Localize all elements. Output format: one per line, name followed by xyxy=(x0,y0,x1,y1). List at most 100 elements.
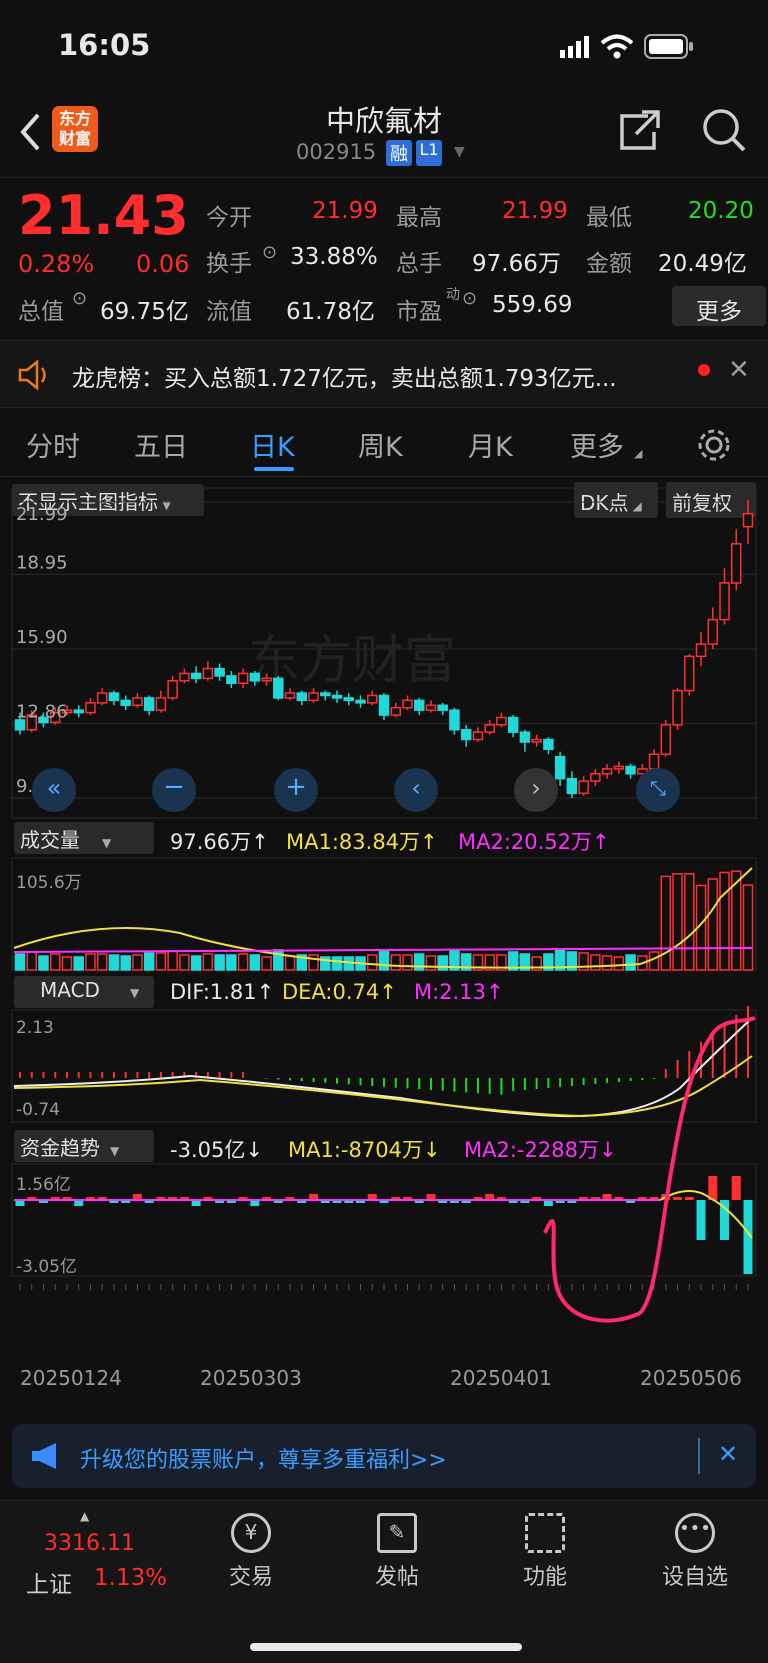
tab-more[interactable]: 更多 xyxy=(570,425,624,464)
fund-indicator-select[interactable]: 资金趋势 ▼ xyxy=(14,1130,154,1162)
index-name: 上证 xyxy=(26,1572,72,1598)
notice-text: 龙虎榜：买入总额1.727亿元，卖出总额1.793亿元... xyxy=(72,366,617,392)
date-label: 20250401 xyxy=(450,1366,552,1390)
speaker-icon xyxy=(18,359,46,391)
active-tab-indicator xyxy=(254,467,294,471)
macd-dea: DEA:0.74↑ xyxy=(282,980,397,1004)
zoom-in-button[interactable]: + xyxy=(274,768,318,812)
candle-body xyxy=(155,697,167,711)
fund-value: -3.05亿↓ xyxy=(170,1138,263,1162)
scroll-left-button[interactable]: ‹ xyxy=(394,768,438,812)
trade-tab[interactable]: ¥ 交易 xyxy=(196,1513,306,1591)
watchlist-tab[interactable]: ••• 设自选 xyxy=(640,1513,750,1591)
macd-bottom-label: -0.74 xyxy=(16,1100,60,1120)
unread-dot xyxy=(698,364,710,376)
candle-body xyxy=(296,692,308,702)
candle-body xyxy=(308,692,319,702)
volume-bar xyxy=(367,954,378,971)
scroll-left-fast-button[interactable]: « xyxy=(32,768,76,812)
kline-chart-area: 不显示主图指标 ▼ DK点 ◢ 前复权 东方财富 21.99 18.95 15.90 12… xyxy=(0,478,768,1408)
info-icon[interactable]: ⊙ xyxy=(262,242,277,263)
date-label: 20250303 xyxy=(200,1366,302,1390)
candle-body xyxy=(96,692,108,704)
volume-bar xyxy=(660,875,672,971)
margin-badge: 融 xyxy=(386,140,412,166)
candle-body xyxy=(695,643,707,658)
tab-daily-k[interactable]: 日K xyxy=(250,425,295,464)
low-label: 最低 xyxy=(586,205,632,231)
candle-body xyxy=(179,672,190,682)
stock-header: 东方 财富 中欣氟材 002915 融 L1 ▼ xyxy=(0,100,768,178)
volume-bar xyxy=(719,871,730,971)
triangle-up-icon: ▲ xyxy=(80,1509,90,1523)
volume-bar xyxy=(284,955,296,971)
candle-body xyxy=(543,738,554,751)
candle-body xyxy=(425,704,437,711)
turnover-label: 换手 xyxy=(206,251,252,277)
tab-monthly-k[interactable]: 月K xyxy=(468,425,513,464)
more-dots-icon: ••• xyxy=(675,1513,715,1553)
macd-top-label: 2.13 xyxy=(16,1018,54,1038)
scroll-right-button[interactable]: › xyxy=(514,768,558,812)
share-icon[interactable] xyxy=(618,108,662,152)
close-icon[interactable]: ✕ xyxy=(728,355,750,385)
signal-icon xyxy=(560,36,589,58)
volume-bar xyxy=(167,950,178,971)
volume-bar xyxy=(49,953,61,971)
pe-label: 市盈 xyxy=(396,299,442,325)
index-value[interactable]: 3316.11 xyxy=(44,1531,135,1556)
index-change: 1.13% xyxy=(94,1565,168,1591)
volume-bars xyxy=(11,857,757,971)
tab-5day[interactable]: 五日 xyxy=(134,425,188,464)
volume-bar xyxy=(226,954,237,971)
more-button[interactable]: 更多 xyxy=(672,286,766,326)
change-value: 0.06 xyxy=(136,250,190,278)
functions-tab[interactable]: 功能 xyxy=(490,1513,600,1591)
hand-drawn-annotation xyxy=(543,1016,756,1323)
volume-top-label: 105.6万 xyxy=(16,873,82,893)
info-icon[interactable]: ⊙ xyxy=(462,288,477,309)
candle-body xyxy=(402,699,413,709)
candle-body xyxy=(226,675,237,685)
chevron-down-icon[interactable]: ▼ xyxy=(454,144,465,160)
candle-body xyxy=(167,680,178,699)
candle-body xyxy=(343,697,355,702)
candle-body xyxy=(85,702,96,714)
fullscreen-button[interactable]: ⤡ xyxy=(636,768,680,812)
volume-bar xyxy=(61,956,73,971)
promo-banner[interactable]: 升级您的股票账户，尊享多重福利>> ✕ xyxy=(12,1424,756,1488)
status-bar: 16:05 xyxy=(0,0,768,100)
close-icon[interactable]: ✕ xyxy=(718,1440,738,1468)
trade-label: 交易 xyxy=(228,1565,273,1590)
amount-label: 金额 xyxy=(586,251,632,277)
macd-indicator-select[interactable]: MACD ▼ xyxy=(14,976,154,1008)
tab-weekly-k[interactable]: 周K xyxy=(358,425,403,464)
info-icon[interactable]: ⊙ xyxy=(72,288,87,309)
settings-gear-icon[interactable] xyxy=(696,427,732,463)
volume-bar xyxy=(120,955,131,971)
volume-bar xyxy=(684,873,695,971)
more-caret-icon: ◢ xyxy=(634,447,643,460)
high-label: 最高 xyxy=(396,205,442,231)
volume-label: 总手 xyxy=(396,251,442,277)
notice-bar[interactable]: 龙虎榜：买入总额1.727亿元，卖出总额1.793亿元... ✕ xyxy=(0,340,768,408)
volume-bar xyxy=(179,954,190,971)
volume-bar xyxy=(625,954,636,971)
post-tab[interactable]: ✎ 发帖 xyxy=(342,1513,452,1591)
fund-top-label: 1.56亿 xyxy=(16,1175,71,1195)
fund-bar xyxy=(708,1176,718,1200)
float-value: 61.78亿 xyxy=(286,299,375,325)
macd-bars xyxy=(11,1006,757,1123)
volume-bar xyxy=(202,953,214,971)
megaphone-icon xyxy=(32,1443,56,1469)
candle-body xyxy=(331,694,343,699)
volume-bar xyxy=(425,955,437,971)
search-icon[interactable] xyxy=(702,108,746,152)
volume-indicator-select[interactable]: 成交量 ▼ xyxy=(14,822,154,854)
volume-value: 97.66万↑ xyxy=(170,830,269,854)
tab-intraday[interactable]: 分时 xyxy=(26,425,80,464)
stock-code: 002915 xyxy=(296,140,377,164)
candle-body xyxy=(355,699,366,704)
candle-body xyxy=(73,709,84,714)
zoom-out-button[interactable]: − xyxy=(152,768,196,812)
